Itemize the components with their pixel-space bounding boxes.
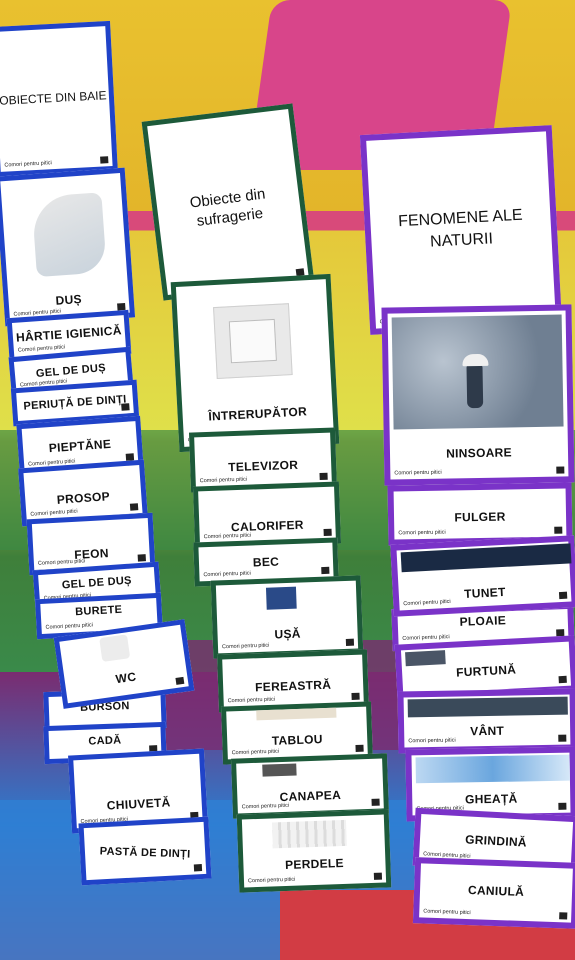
card-perdele: PERDELE Comori pentru pitici — [236, 809, 392, 893]
card-label: GEL DE DUȘ — [35, 361, 107, 381]
card-ninsoare: NINSOARE Comori pentru pitici — [381, 304, 575, 486]
card-caniula: CANIULĂ Comori pentru pitici — [412, 857, 575, 929]
card-label: CHIUVETĂ — [106, 795, 171, 813]
card-label: CALORIFER — [230, 517, 304, 535]
crown-logo — [193, 864, 203, 872]
card-label: PIEPTĂNE — [48, 436, 112, 456]
card-label: FULGER — [454, 509, 506, 525]
crown-logo — [558, 802, 567, 810]
light-switch-image — [213, 303, 293, 380]
brand-tag: Comori pentru pitici — [423, 908, 471, 917]
card-label: TELEVIZOR — [227, 457, 299, 475]
brand-tag: Comori pentru pitici — [221, 642, 270, 651]
card-dus: DUȘ Comori pentru pitici — [0, 167, 136, 327]
crown-logo — [175, 676, 185, 685]
card-label: NINSOARE — [446, 445, 513, 461]
nature-title: FENOMENE ALE NATURII — [397, 206, 523, 251]
brand-tag: Comori pentru pitici — [398, 529, 446, 537]
brand-tag: Comori pentru pitici — [247, 876, 296, 885]
card-label: GHEAȚĂ — [464, 791, 518, 807]
crown-logo — [558, 591, 568, 600]
nature-title-card: FENOMENE ALE NATURII Comori pentru pitic… — [359, 125, 563, 335]
card-label: VÂNT — [470, 723, 505, 739]
crown-logo — [319, 472, 328, 481]
brand-tag: Comori pentru pitici — [408, 737, 456, 745]
photo-scene: OBIECTE DIN BAIE Comori pentru pitici DU… — [0, 0, 575, 960]
crown-logo — [355, 744, 364, 752]
toilet-image — [99, 634, 131, 662]
card-label: GEL DE DUȘ — [61, 574, 133, 592]
card-label: PERDELE — [284, 855, 345, 873]
brand-tag: Comori pentru pitici — [4, 160, 52, 169]
living-title: Obiecte din sufragerie — [188, 185, 267, 230]
card-label: CADĂ — [88, 734, 122, 748]
brand-tag: Comori pentru pitici — [203, 570, 251, 579]
brand-tag: Comori pentru pitici — [231, 748, 280, 757]
wind-image — [407, 696, 568, 718]
card-label: PASTĂ DE DINȚI — [99, 845, 191, 861]
crown-logo — [371, 798, 380, 806]
card-label: BEC — [252, 554, 280, 570]
ice-image — [415, 754, 570, 784]
card-label: UȘĂ — [274, 626, 301, 642]
brand-tag: Comori pentru pitici — [199, 476, 248, 485]
brand-tag: Comori pentru pitici — [45, 622, 94, 631]
card-vant: VÂNT Comori pentru pitici — [397, 688, 575, 754]
brand-tag: Comori pentru pitici — [241, 802, 290, 811]
crown-logo — [321, 566, 330, 575]
card-label: ÎNTRERUPĂTOR — [208, 404, 308, 424]
brand-tag: Comori pentru pitici — [37, 558, 86, 567]
card-label: GRINDINĂ — [464, 832, 528, 850]
brand-tag: Comori pentru pitici — [227, 696, 276, 705]
brand-tag: Comori pentru pitici — [402, 634, 450, 642]
crown-logo — [345, 638, 355, 646]
card-intrerupator: ÎNTRERUPĂTOR Comori pentru pitici — [170, 273, 340, 453]
crown-logo — [323, 528, 332, 537]
card-canapea: CANAPEA Comori pentru pitici — [231, 753, 389, 819]
crown-logo — [556, 466, 565, 474]
card-pasta-de-dinti: PASTĂ DE DINȚI — [78, 816, 212, 886]
storm-image — [405, 650, 446, 667]
crown-logo — [558, 675, 567, 684]
curtains-image — [271, 819, 347, 849]
crown-logo — [351, 692, 360, 700]
brand-tag: Comori pentru pitici — [403, 598, 451, 608]
door-image — [265, 586, 297, 610]
crown-logo — [137, 554, 146, 562]
card-label: WC — [114, 669, 138, 687]
brand-tag: Comori pentru pitici — [394, 469, 442, 477]
card-label: CANAPEA — [279, 787, 342, 805]
card-label: TABLOU — [271, 732, 323, 748]
painting-image — [256, 707, 337, 721]
crown-logo — [558, 734, 567, 742]
thunder-image — [400, 543, 572, 573]
living-title-card: Obiecte din sufragerie Comori pentru pit… — [141, 103, 315, 301]
snow-image — [391, 314, 564, 430]
card-tunet: TUNET Comori pentru pitici — [390, 535, 575, 617]
crown-logo — [373, 872, 383, 880]
crown-logo — [100, 156, 109, 164]
bathroom-title-card: OBIECTE DIN BAIE Comori pentru pitici — [0, 20, 118, 178]
card-usa: UȘĂ Comori pentru pitici — [210, 575, 364, 659]
bathroom-title: OBIECTE DIN BAIE — [0, 88, 107, 108]
crown-logo — [121, 403, 130, 411]
card-label: BURETE — [74, 603, 123, 619]
shower-head-image — [31, 192, 107, 278]
card-label: DUȘ — [55, 291, 83, 308]
card-label: HÂRTIE IGIENICĂ — [15, 323, 123, 345]
crown-logo — [559, 912, 568, 920]
sofa-image — [262, 763, 297, 777]
card-label: FEREASTRĂ — [254, 677, 332, 695]
card-label: PROSOP — [56, 489, 111, 507]
card-label: CANIULĂ — [467, 883, 525, 899]
brand-tag: Comori pentru pitici — [203, 532, 252, 541]
crown-logo — [554, 526, 563, 534]
card-label: PERIUȚĂ DE DINȚI — [23, 393, 127, 413]
crown-logo — [129, 503, 139, 511]
